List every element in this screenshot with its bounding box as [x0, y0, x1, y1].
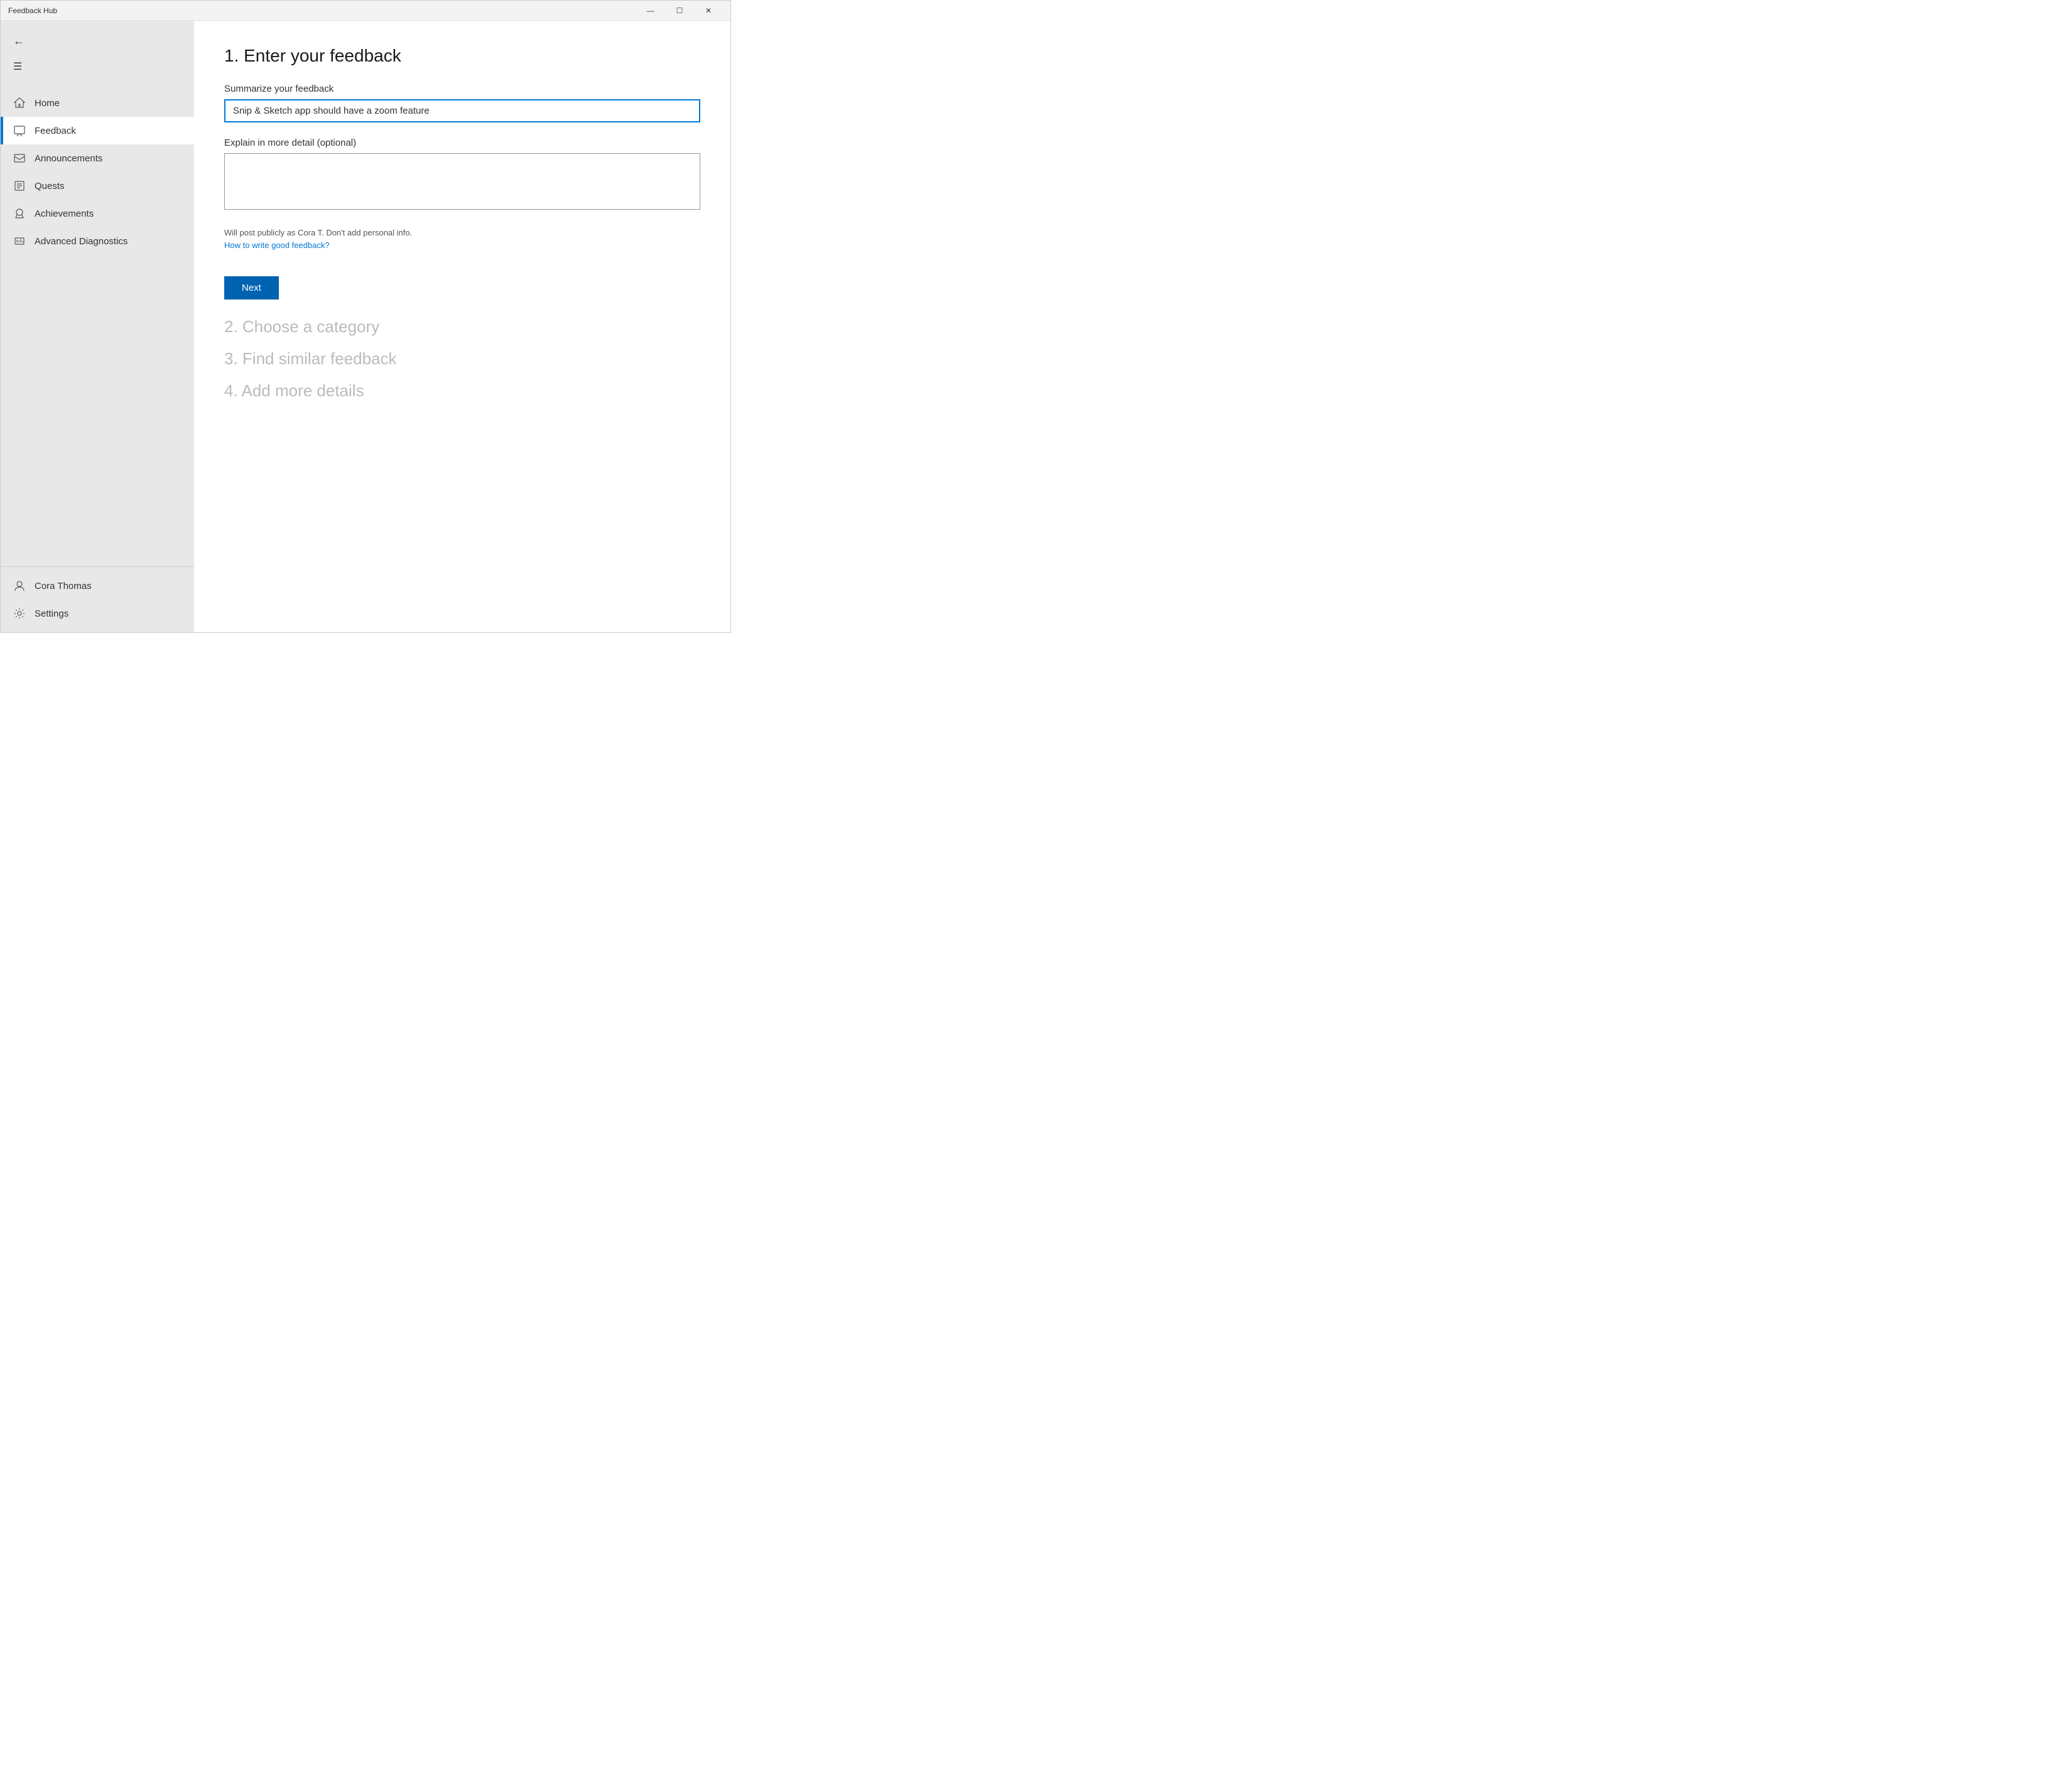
- sidebar-item-achievements-label: Achievements: [35, 208, 94, 219]
- sidebar-item-quests-label: Quests: [35, 181, 65, 192]
- back-icon: ←: [13, 35, 24, 48]
- step3-heading: 3. Find similar feedback: [224, 349, 700, 369]
- minimize-button[interactable]: —: [636, 1, 665, 21]
- sidebar-item-achievements[interactable]: Achievements: [1, 200, 194, 227]
- back-button[interactable]: ←: [1, 28, 194, 54]
- app-container: ← ☰ Home: [1, 21, 730, 632]
- sidebar: ← ☰ Home: [1, 21, 194, 632]
- user-name: Cora Thomas: [35, 581, 92, 591]
- next-button[interactable]: Next: [224, 276, 279, 300]
- settings-button[interactable]: Settings: [1, 600, 194, 627]
- sidebar-item-announcements[interactable]: Announcements: [1, 144, 194, 172]
- settings-icon: [13, 607, 26, 620]
- feedback-icon: [13, 124, 26, 137]
- step4-heading: 4. Add more details: [224, 381, 700, 401]
- sidebar-item-advanced-diagnostics-label: Advanced Diagnostics: [35, 236, 127, 247]
- step2-heading: 2. Choose a category: [224, 317, 700, 337]
- user-profile-button[interactable]: Cora Thomas: [1, 572, 194, 600]
- page-title: 1. Enter your feedback: [224, 46, 700, 66]
- home-icon: [13, 97, 26, 109]
- menu-toggle-button[interactable]: ☰: [1, 54, 194, 79]
- sidebar-item-feedback[interactable]: Feedback: [1, 117, 194, 144]
- summarize-input[interactable]: [224, 99, 700, 122]
- sidebar-item-advanced-diagnostics[interactable]: Advanced Diagnostics: [1, 227, 194, 255]
- titlebar: Feedback Hub — ☐ ✕: [1, 1, 730, 21]
- settings-label: Settings: [35, 608, 68, 619]
- sidebar-item-home-label: Home: [35, 98, 60, 109]
- user-icon: [13, 580, 26, 592]
- sidebar-top: ← ☰: [1, 21, 194, 87]
- sidebar-item-announcements-label: Announcements: [35, 153, 102, 164]
- achievements-icon: [13, 207, 26, 220]
- summarize-label: Summarize your feedback: [224, 84, 700, 94]
- sidebar-nav: Home Feedback: [1, 87, 194, 566]
- feedback-help-link[interactable]: How to write good feedback?: [224, 240, 330, 250]
- disclaimer-text: Will post publicly as Cora T. Don't add …: [224, 228, 700, 237]
- announcements-icon: [13, 152, 26, 165]
- close-button[interactable]: ✕: [694, 1, 723, 21]
- detail-label: Explain in more detail (optional): [224, 138, 700, 148]
- hamburger-icon: ☰: [13, 60, 22, 73]
- summarize-section: Summarize your feedback: [224, 84, 700, 122]
- sidebar-item-quests[interactable]: Quests: [1, 172, 194, 200]
- detail-textarea[interactable]: [224, 153, 700, 210]
- maximize-button[interactable]: ☐: [665, 1, 694, 21]
- detail-section: Explain in more detail (optional): [224, 138, 700, 213]
- app-title: Feedback Hub: [8, 6, 57, 15]
- sidebar-bottom: Cora Thomas Settings: [1, 566, 194, 632]
- sidebar-item-feedback-label: Feedback: [35, 126, 76, 136]
- window-controls: — ☐ ✕: [636, 1, 723, 21]
- diagnostics-icon: [13, 235, 26, 247]
- sidebar-item-home[interactable]: Home: [1, 89, 194, 117]
- disclaimer-section: Will post publicly as Cora T. Don't add …: [224, 228, 700, 251]
- quests-icon: [13, 180, 26, 192]
- main-content: 1. Enter your feedback Summarize your fe…: [194, 21, 730, 632]
